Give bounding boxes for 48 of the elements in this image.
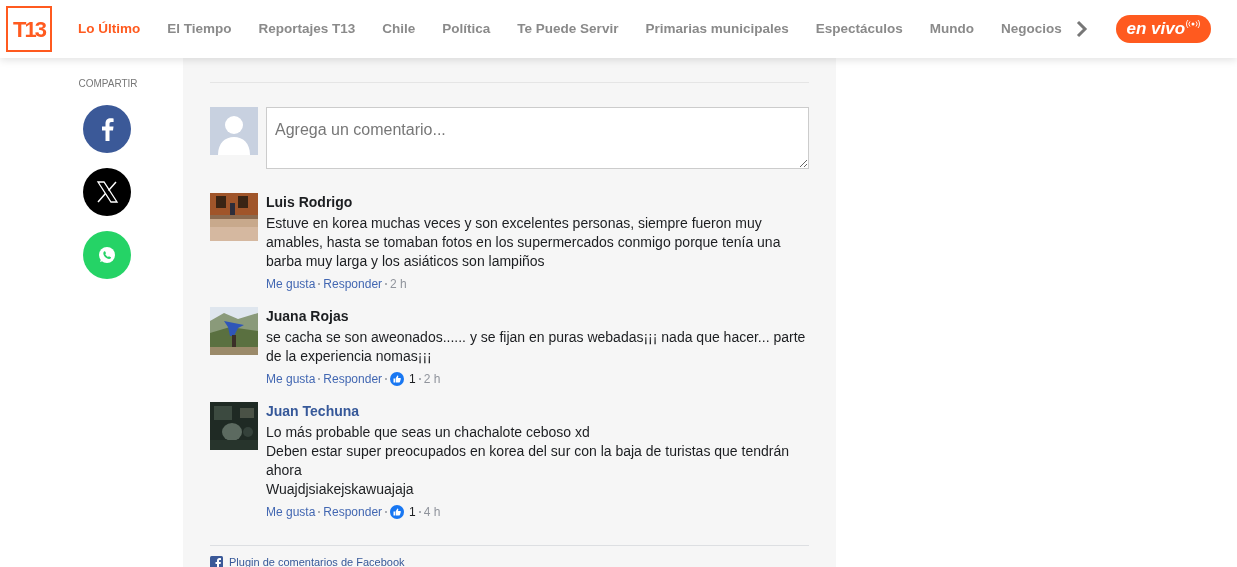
x-share-button[interactable] — [82, 168, 131, 216]
nav-link[interactable]: Te Puede Servir — [517, 18, 619, 40]
separator-dot — [385, 283, 388, 285]
author-name[interactable]: Luis Rodrigo — [266, 193, 353, 211]
comment-time: 4 h — [423, 504, 441, 520]
comment-text: Wuajdjsiakejskawuajaja — [266, 480, 415, 499]
like-link[interactable]: Me gusta — [266, 504, 316, 520]
nav-link[interactable]: Reportajes T13 — [258, 18, 356, 40]
broadcast-icon — [1186, 20, 1201, 28]
nav-link[interactable]: Mundo — [929, 18, 974, 40]
separator-dot — [418, 511, 421, 513]
comment-text: Lo más probable que seas un chachalote ceboso xd — [266, 423, 591, 442]
like-link[interactable]: Me gusta — [266, 371, 316, 387]
separator-dot — [418, 378, 421, 380]
separator-dot — [385, 378, 388, 380]
reply-link[interactable]: Responder — [323, 276, 383, 292]
chevron-right-icon[interactable] — [1075, 20, 1088, 38]
nav-link[interactable]: Primarias municipales — [645, 18, 789, 40]
nav-link[interactable]: El Tiempo — [167, 18, 232, 40]
separator-dot — [385, 511, 388, 513]
thumbs-up-icon — [390, 505, 405, 519]
separator-dot — [318, 378, 321, 380]
like-link[interactable]: Me gusta — [266, 276, 316, 292]
facebook-share-button[interactable] — [82, 105, 131, 153]
like-count: 1 — [409, 371, 416, 387]
nav-link[interactable]: Lo Último — [78, 18, 141, 40]
separator-dot — [318, 283, 321, 285]
reply-link[interactable]: Responder — [323, 371, 383, 387]
comment-text: Deben estar super preocupados en korea del sur con la baja de turistas que tendrán ahora — [266, 442, 790, 480]
thumbs-up-icon — [390, 372, 405, 386]
comment-input-field[interactable]: Agrega un comentario... — [266, 107, 809, 169]
comment-text: se cacha se son aweonados...... y se fijan en puras webadas¡¡¡ nada que hacer... parte de la experiencia nomas¡¡¡ — [266, 328, 807, 366]
author-name[interactable]: Juan Techuna — [266, 402, 360, 420]
comment-time: 2 h — [423, 371, 441, 387]
logo[interactable]: T13 — [6, 6, 52, 52]
avatar-placeholder-icon — [210, 107, 258, 155]
nav-link[interactable]: Espectáculos — [815, 18, 903, 40]
like-count: 1 — [409, 504, 416, 520]
author-name[interactable]: Juana Rojas — [266, 307, 349, 325]
nav-link[interactable]: Chile — [382, 18, 416, 40]
comment-time: 2 h — [390, 276, 407, 292]
live-button[interactable]: en vivo — [1115, 15, 1211, 43]
comment-text: Estuve en korea muchas veces y son excelentes personas, siempre fueron muy amables, hasta se tomaban fotos en los supermercados conmigo porque tenía una barba muy larga y los asiáticos son lampiños — [266, 214, 782, 271]
reply-link[interactable]: Responder — [323, 504, 383, 520]
share-label: COMPARTIR — [78, 77, 135, 91]
nav-link[interactable]: Política — [442, 18, 491, 40]
nav-link[interactable]: Negocios — [1001, 18, 1062, 40]
separator-dot — [318, 511, 321, 513]
